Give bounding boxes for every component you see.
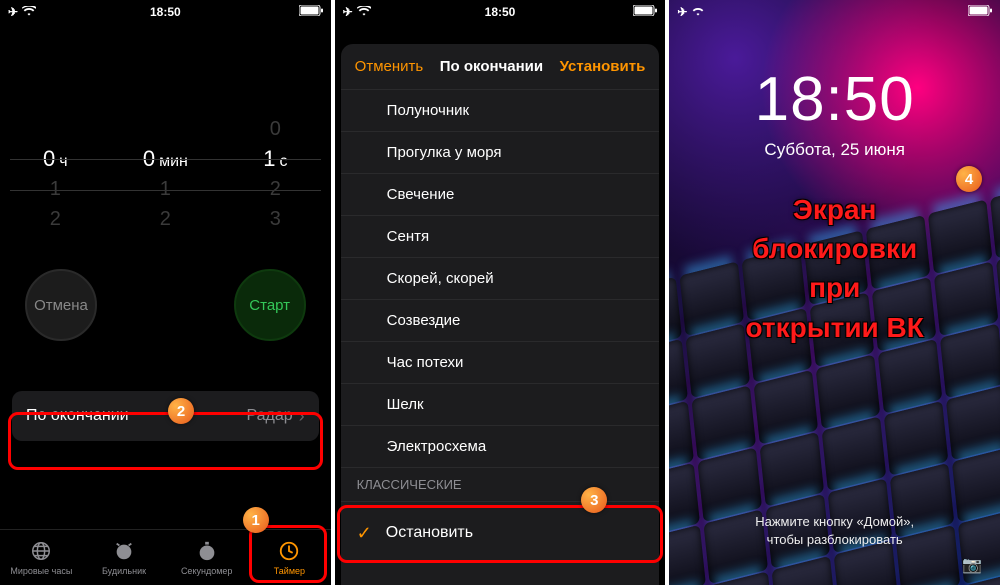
lockscreen-date: Суббота, 25 июня (669, 140, 1000, 160)
tab-bar: Мировые часы Будильник Секундомер Таймер (0, 529, 331, 585)
modal-cancel-button[interactable]: Отменить (355, 58, 424, 75)
start-button[interactable]: Старт (234, 269, 306, 341)
sound-option[interactable]: Сентя (341, 216, 660, 258)
sound-option[interactable]: Прогулка у моря (341, 132, 660, 174)
when-timer-ends-row[interactable]: По окончании Радар› (12, 391, 319, 441)
sound-option[interactable]: Полуночник (341, 90, 660, 132)
status-bar: ✈ 18:50 (335, 0, 666, 24)
step-marker-1: 1 (243, 507, 269, 533)
picker-minutes[interactable]: 0мин 1 2 (125, 114, 205, 234)
step-marker-2: 2 (168, 398, 194, 424)
step-marker-4: 4 (956, 166, 982, 192)
lockscreen-time: 18:50 (669, 64, 1000, 135)
annotation-caption: Экран блокировки при открытии ВК (669, 190, 1000, 347)
tab-alarm[interactable]: Будильник (83, 530, 166, 585)
alarm-icon (113, 540, 135, 564)
stop-label: Остановить (386, 524, 473, 542)
chevron-right-icon: › (299, 406, 305, 427)
sounds-list[interactable]: ПолуночникПрогулка у моряСвечениеСентяСк… (341, 90, 660, 502)
stop-playing-row[interactable]: ✓ Остановить (341, 509, 660, 557)
timer-icon (278, 540, 300, 564)
sound-option[interactable]: Час потехи (341, 342, 660, 384)
tab-timer[interactable]: Таймер (248, 530, 331, 585)
sound-option[interactable]: Скорей, скорей (341, 258, 660, 300)
sound-option[interactable]: Созвездие (341, 300, 660, 342)
sound-option[interactable]: Шелк (341, 384, 660, 426)
picker-hours[interactable]: 0ч 1 2 (15, 114, 95, 234)
sound-option[interactable]: Свечение (341, 174, 660, 216)
modal-set-button[interactable]: Установить (560, 58, 646, 75)
end-label: По окончании (26, 407, 129, 425)
camera-icon[interactable]: 📷 (962, 555, 982, 575)
status-bar: ✈ 18:50 (0, 0, 331, 24)
sound-picker-modal: Отменить По окончании Установить Полуноч… (341, 44, 660, 585)
screen-lockscreen: ✈ 18:50 Суббота, 25 июня Экран блокировк… (669, 0, 1000, 585)
picker-seconds[interactable]: 0 1с 2 3 (235, 114, 315, 234)
stopwatch-icon (196, 540, 218, 564)
check-icon: ✓ (357, 523, 372, 544)
sound-option[interactable]: Классические (341, 468, 660, 502)
modal-title: По окончании (440, 58, 543, 75)
status-bar: ✈ (669, 0, 1000, 24)
cancel-button[interactable]: Отмена (25, 269, 97, 341)
sound-option[interactable]: Электросхема (341, 426, 660, 468)
tab-world-clock[interactable]: Мировые часы (0, 530, 83, 585)
status-time: 18:50 (0, 5, 331, 19)
end-value: Радар› (247, 406, 305, 427)
status-time: 18:50 (335, 5, 666, 19)
unlock-hint: Нажмите кнопку «Домой», чтобы разблокиро… (669, 513, 1000, 549)
screen-sound-picker: ✈ 18:50 Отменить По окончании Установить… (335, 0, 666, 585)
tab-stopwatch[interactable]: Секундомер (165, 530, 248, 585)
globe-icon (30, 540, 52, 564)
screen-timer: ✈ 18:50 0ч 1 2 0мин 1 2 0 1с 2 3 Отмен (0, 0, 331, 585)
time-picker[interactable]: 0ч 1 2 0мин 1 2 0 1с 2 3 (0, 104, 331, 244)
